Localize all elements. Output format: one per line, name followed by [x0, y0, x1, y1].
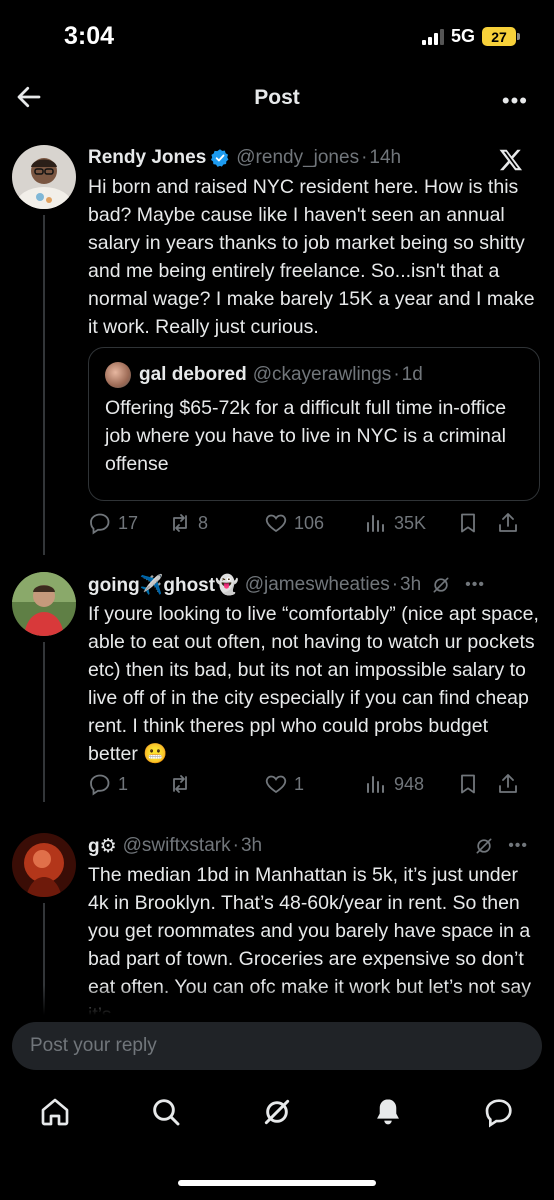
page-title: Post [254, 86, 300, 109]
avatar[interactable] [12, 572, 76, 636]
meta-separator: · [232, 835, 239, 856]
views-count: 948 [394, 773, 425, 794]
like-button[interactable]: 106 [264, 511, 364, 535]
share-button[interactable] [496, 511, 520, 535]
like-count: 1 [294, 773, 305, 794]
quote-author-handle: @ckayerawlings [252, 364, 392, 385]
quote-text: Offering $65-72k for a difficult full ti… [105, 397, 507, 475]
more-options-icon[interactable]: ••• [465, 576, 485, 594]
grok-icon[interactable] [431, 575, 451, 595]
author-handle[interactable]: @jameswheaties [245, 574, 390, 596]
views-count: 35K [394, 512, 427, 533]
post-header: Rendy Jones @rendy_jones · 14h [88, 145, 540, 171]
bookmark-button[interactable] [456, 772, 496, 796]
reply-count: 1 [118, 773, 129, 794]
bookmark-icon [461, 774, 475, 794]
reply-icon [90, 774, 110, 796]
status-indicators: 5G 27 [421, 26, 520, 47]
repost-count: 8 [198, 512, 209, 533]
post-actions: 17 8 106 35K [88, 511, 542, 535]
author-name[interactable]: Rendy Jones [88, 147, 206, 169]
quote-author-name: gal debored [139, 364, 247, 385]
thread-line [43, 215, 45, 555]
repost-icon [173, 775, 187, 793]
status-time: 3:04 [64, 22, 115, 50]
bookmark-button[interactable] [456, 511, 496, 535]
home-icon[interactable] [39, 1096, 71, 1128]
bookmark-icon [461, 513, 475, 533]
post-text: If youre looking to live “comfortably” (… [88, 603, 539, 765]
reply-button[interactable]: 17 [88, 511, 168, 535]
quote-time: 1d [401, 364, 423, 385]
views-icon [367, 515, 384, 532]
verified-badge-icon [211, 149, 229, 167]
scroll-fade [0, 985, 554, 1015]
battery-icon: 27 [482, 27, 520, 46]
status-bar: 3:04 5G 27 [0, 0, 554, 70]
post-actions: 1 1 948 [88, 772, 542, 796]
post-time: 3h [400, 574, 422, 595]
post-text: Hi born and raised NYC resident here. Ho… [88, 176, 535, 338]
meta-separator: · [391, 574, 399, 595]
reply-placeholder: Post your reply [30, 1035, 157, 1056]
like-count: 106 [294, 512, 325, 533]
messages-icon[interactable] [483, 1096, 515, 1128]
views-button[interactable]: 948 [364, 772, 456, 796]
repost-icon [173, 514, 187, 532]
author-handle[interactable]: @rendy_jones [236, 147, 359, 169]
share-icon [499, 513, 517, 532]
more-options-icon[interactable]: ••• [508, 837, 528, 855]
meta-separator: · [393, 364, 400, 385]
search-icon[interactable] [150, 1096, 182, 1128]
share-button[interactable] [496, 772, 520, 796]
thread-line [43, 642, 45, 802]
home-indicator [178, 1180, 376, 1186]
x-logo-icon [499, 149, 523, 171]
like-button[interactable]: 1 [264, 772, 364, 796]
share-icon [499, 774, 517, 793]
reply-input[interactable]: Post your reply [12, 1022, 542, 1070]
heart-icon [265, 514, 287, 533]
post-header: going✈️ghost👻 @jameswheaties · 3h ••• [88, 572, 540, 598]
repost-button[interactable] [168, 772, 264, 796]
grok-icon[interactable] [474, 836, 494, 856]
heart-icon [265, 775, 287, 794]
avatar [105, 362, 131, 388]
post-body: going✈️ghost👻 @jameswheaties · 3h ••• If… [88, 572, 540, 768]
signal-icon [421, 28, 444, 45]
reply-count: 17 [118, 512, 139, 533]
reply-icon [90, 513, 110, 535]
reply-post: going✈️ghost👻 @jameswheaties · 3h ••• If… [0, 572, 554, 802]
author-handle[interactable]: @swiftxstark [123, 835, 231, 857]
avatar[interactable] [12, 145, 76, 209]
avatar[interactable] [12, 833, 76, 897]
author-name[interactable]: g⚙︎ [88, 835, 117, 858]
quote-header: gal debored @ckayerawlings · 1d [105, 362, 523, 388]
bottom-tab-bar [0, 1080, 554, 1170]
notifications-icon[interactable] [372, 1096, 404, 1128]
quoted-post[interactable]: gal debored @ckayerawlings · 1d Offering… [88, 347, 540, 501]
post-header: g⚙︎ @swiftxstark · 3h ••• [88, 833, 540, 859]
views-icon [367, 776, 384, 793]
post-time: 14h [369, 147, 402, 168]
network-label: 5G [450, 26, 475, 46]
top-nav: Post ••• [0, 70, 554, 128]
more-options-icon[interactable]: ••• [502, 88, 528, 114]
grok-icon[interactable] [261, 1096, 293, 1128]
post-body: Rendy Jones @rendy_jones · 14h Hi born a… [88, 145, 540, 341]
reply-button[interactable]: 1 [88, 772, 168, 796]
post-time: 3h [240, 835, 263, 856]
main-post: Rendy Jones @rendy_jones · 14h Hi born a… [0, 145, 554, 555]
meta-separator: · [361, 147, 368, 168]
battery-level: 27 [491, 28, 507, 45]
views-button[interactable]: 35K [364, 511, 456, 535]
repost-button[interactable]: 8 [168, 511, 264, 535]
author-name[interactable]: going✈️ghost👻 [88, 573, 239, 597]
